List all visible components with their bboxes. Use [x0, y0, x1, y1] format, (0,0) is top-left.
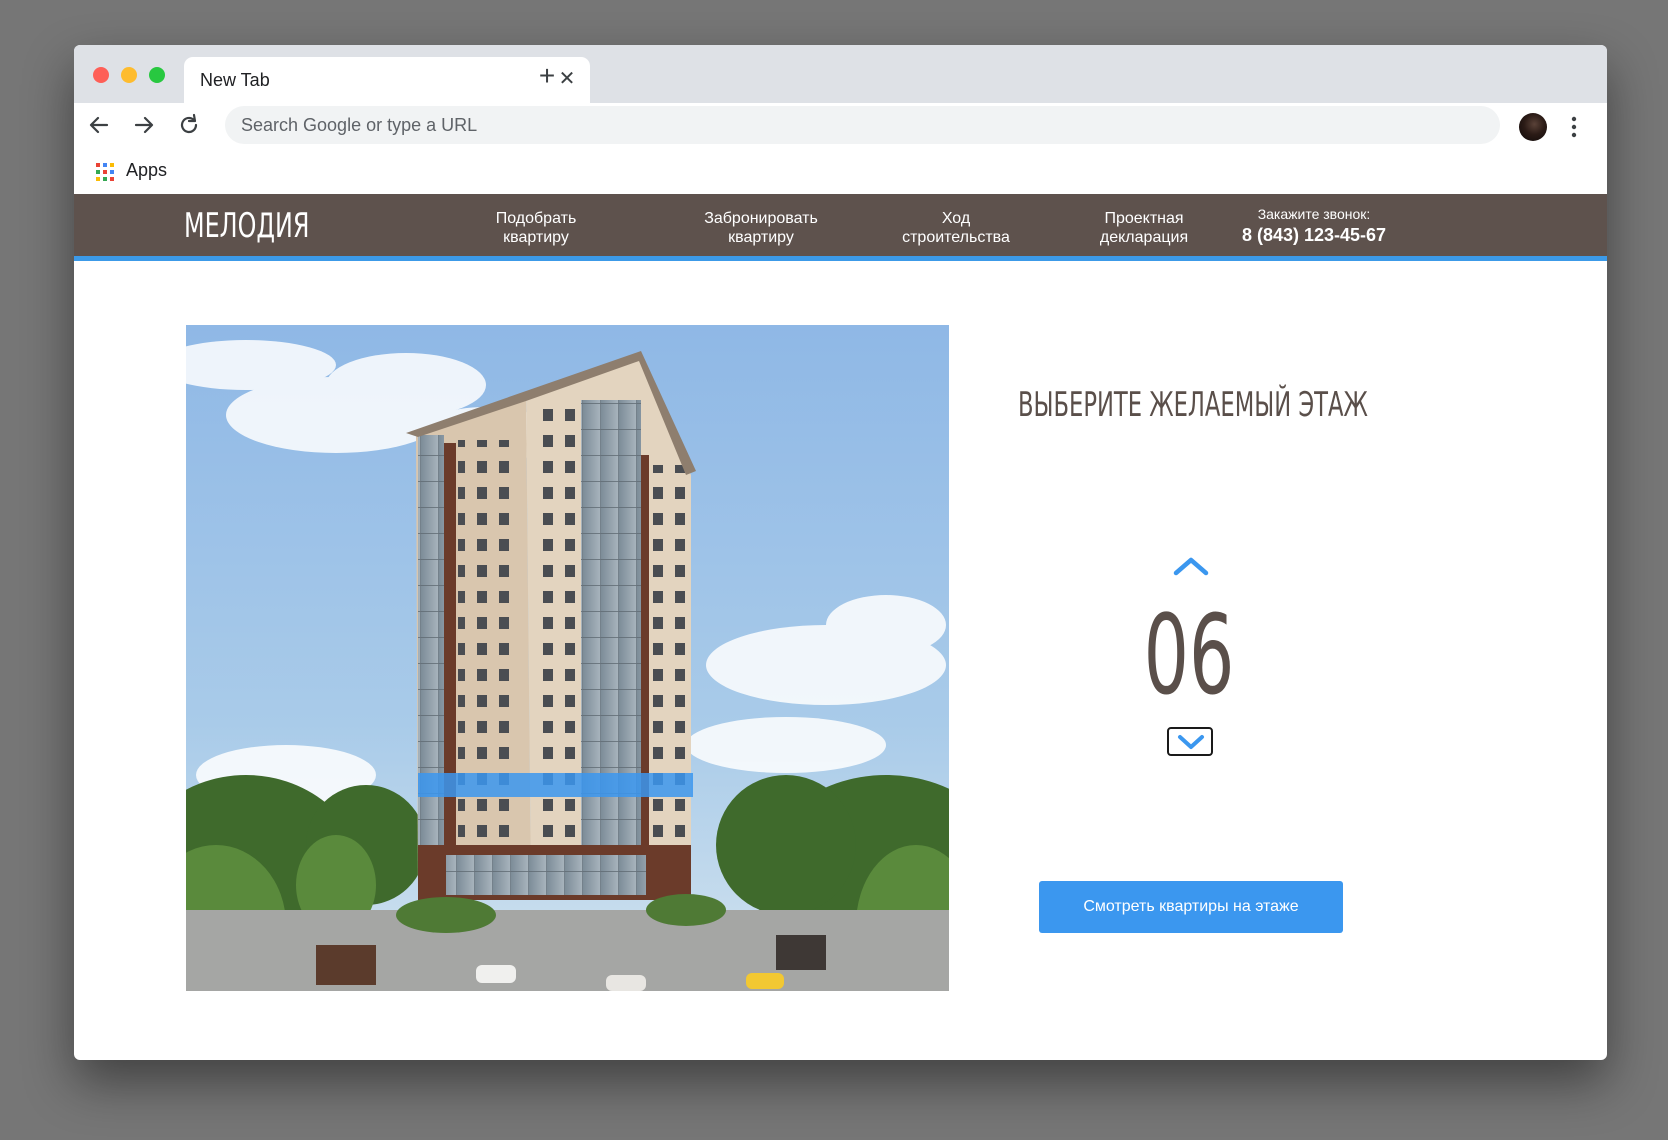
nav-label-line2: строительства [902, 229, 1010, 246]
nav-label-line1: Проектная [1104, 210, 1184, 227]
maximize-window-button[interactable] [149, 67, 165, 83]
forward-arrow-icon[interactable] [129, 110, 159, 140]
nav-item-book-apartment[interactable]: Забронировать квартиру [686, 209, 836, 247]
nav-label-line2: квартиру [728, 229, 794, 246]
close-window-button[interactable] [93, 67, 109, 83]
nav-item-construction-progress[interactable]: Ход строительства [886, 209, 1026, 247]
floor-picker-heading: ВЫБЕРИТЕ ЖЕЛАЕМЫЙ ЭТАЖ [1018, 385, 1368, 425]
browser-toolbar [74, 103, 1607, 149]
apps-grid-icon[interactable] [96, 163, 114, 181]
url-input[interactable] [241, 106, 1481, 144]
reload-icon[interactable] [174, 110, 204, 140]
current-floor-number: 06 [1143, 591, 1235, 719]
chevron-up-icon[interactable] [1171, 553, 1211, 579]
bookmark-apps[interactable]: Apps [126, 160, 167, 181]
site-logo[interactable]: МЕЛОДИЯ [184, 206, 309, 246]
site-header: МЕЛОДИЯ Подобрать квартиру Забронировать… [74, 194, 1607, 261]
nav-item-project-declaration[interactable]: Проектная декларация [1074, 209, 1214, 247]
chevron-down-icon [1178, 735, 1204, 749]
callback-caption[interactable]: Закажите звонок: [1224, 206, 1404, 222]
selected-floor-highlight [418, 773, 693, 797]
nav-label-line1: Подобрать [495, 210, 577, 227]
phone-number[interactable]: 8 (843) 123-45-67 [1224, 225, 1404, 246]
browser-window: New Tab ✕ + Apps [74, 45, 1607, 1060]
minimize-window-button[interactable] [121, 67, 137, 83]
view-floor-apartments-button[interactable]: Смотреть квартиры на этаже [1039, 881, 1343, 933]
nav-label-line2: декларация [1099, 229, 1189, 246]
tab-strip: New Tab ✕ + [74, 45, 1607, 103]
browser-tab[interactable]: New Tab ✕ [184, 57, 590, 103]
back-arrow-icon[interactable] [84, 110, 114, 140]
nav-label-line1: Ход [941, 210, 971, 227]
plus-icon[interactable]: + [532, 61, 562, 91]
nav-label-line2: квартиру [503, 229, 569, 246]
building-image [186, 325, 949, 991]
floor-down-button[interactable] [1167, 727, 1213, 756]
bookmarks-bar: Apps [74, 149, 1607, 194]
nav-label-line1: Забронировать [704, 210, 818, 227]
tab-title: New Tab [200, 70, 270, 90]
more-vert-icon[interactable] [1564, 113, 1584, 141]
nav-item-choose-apartment[interactable]: Подобрать квартиру [466, 209, 606, 247]
address-bar[interactable] [225, 106, 1500, 144]
avatar[interactable] [1519, 113, 1547, 141]
